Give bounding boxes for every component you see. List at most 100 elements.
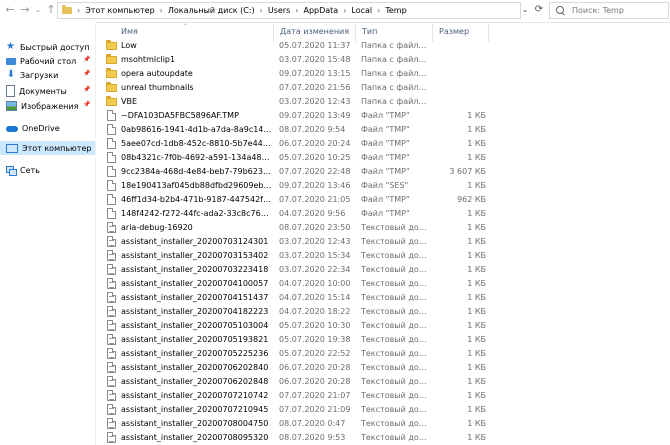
file-row[interactable]: msohtmlclip1 03.07.2020 15:48 Папка с файл… <box>96 53 670 67</box>
search-box[interactable] <box>549 2 669 19</box>
sidebar-item-label: OneDrive <box>22 123 60 133</box>
file-date: 07.07.2020 21:56 <box>279 83 351 92</box>
text-document-icon <box>107 306 116 317</box>
file-type: Папка с файлами <box>361 97 429 106</box>
file-icon <box>107 166 116 177</box>
file-type: Файл "TMP" <box>361 111 410 120</box>
file-date: 09.07.2020 13:49 <box>279 111 351 120</box>
breadcrumb-item[interactable]: Локальный диск (C:) <box>168 6 255 15</box>
file-name: assistant_installer_20200704100057 <box>121 279 269 288</box>
search-input[interactable] <box>572 6 662 15</box>
file-date: 08.07.2020 0:47 <box>279 419 346 428</box>
file-row[interactable]: assistant_installer_20200707210742 07.07.… <box>96 389 670 403</box>
file-row[interactable]: 08b4321c-7f0b-4692-a591-134a48ec2e48... 0… <box>96 151 670 165</box>
pin-icon[interactable]: 📌 <box>83 101 90 108</box>
file-row[interactable]: assistant_installer_20200707210945 07.07.… <box>96 403 670 417</box>
breadcrumb-item[interactable]: Users <box>268 6 290 15</box>
sidebar-item[interactable]: ★ Быстрый доступ <box>0 40 95 54</box>
file-size: 1 КБ <box>467 321 486 330</box>
file-row[interactable]: assistant_installer_20200703223418 03.07.… <box>96 263 670 277</box>
text-document-icon <box>107 222 116 233</box>
file-size: 1 КБ <box>467 181 486 190</box>
file-size: 3 607 КБ <box>449 167 486 176</box>
file-row[interactable]: assistant_installer_20200703153402 03.07.… <box>96 249 670 263</box>
file-row[interactable]: 46ff1d34-b2b4-471b-9187-447542f39881.t..… <box>96 193 670 207</box>
file-size: 1 КБ <box>467 279 486 288</box>
file-row[interactable]: opera autoupdate 09.07.2020 13:15 Папка с … <box>96 67 670 81</box>
sidebar-item[interactable]: ⬇ Загрузки 📌 <box>0 68 95 82</box>
file-date: 09.07.2020 13:15 <box>279 69 351 78</box>
file-row[interactable]: assistant_installer_20200708004750 08.07.… <box>96 417 670 431</box>
file-date: 04.07.2020 15:14 <box>279 293 351 302</box>
file-date: 07.07.2020 21:07 <box>279 391 351 400</box>
file-type: Текстовый доку... <box>361 349 429 358</box>
file-row[interactable]: aria-debug-16920 08.07.2020 23:50 Текстовы… <box>96 221 670 235</box>
address-dropdown-icon[interactable]: ⌄ <box>520 3 530 17</box>
file-type: Текстовый доку... <box>361 223 429 232</box>
file-row[interactable]: 148f4242-f272-44fc-ada2-33c8c76d594d.t..… <box>96 207 670 221</box>
sidebar-item[interactable]: Рабочий стол 📌 <box>0 54 95 68</box>
file-row[interactable]: assistant_installer_20200703124301 03.07.… <box>96 235 670 249</box>
text-document-icon <box>107 390 116 401</box>
pin-icon[interactable]: 📌 <box>83 86 90 93</box>
file-row[interactable]: assistant_installer_20200704151437 04.07.… <box>96 291 670 305</box>
computer-icon <box>6 143 18 153</box>
file-row[interactable]: assistant_installer_20200706202848 06.07.… <box>96 375 670 389</box>
sidebar-item[interactable]: Изображения 📌 <box>0 99 95 113</box>
folder-icon <box>106 82 117 94</box>
file-name: assistant_installer_20200707210945 <box>121 405 269 414</box>
sidebar-item[interactable]: OneDrive <box>0 121 95 135</box>
file-row[interactable]: assistant_installer_20200705193821 05.07.… <box>96 333 670 347</box>
breadcrumb-item[interactable]: Temp <box>385 6 406 15</box>
file-row[interactable]: 5aee07cd-1db8-452c-8810-5b7e44b422b... 06… <box>96 137 670 151</box>
file-row[interactable]: assistant_installer_20200705103004 05.07.… <box>96 319 670 333</box>
file-name: assistant_installer_20200708095320 <box>121 433 269 442</box>
file-date: 03.07.2020 12:43 <box>279 237 351 246</box>
sidebar-item[interactable]: Сеть <box>0 163 95 177</box>
file-date: 05.07.2020 11:37 <box>279 41 351 50</box>
file-name: Low <box>121 41 137 50</box>
file-icon <box>107 208 116 219</box>
file-date: 08.07.2020 9:54 <box>279 125 346 134</box>
breadcrumb-item[interactable]: Local <box>351 6 372 15</box>
file-type: Файл "TMP" <box>361 153 410 162</box>
file-row[interactable]: assistant_installer_20200705225236 05.07.… <box>96 347 670 361</box>
file-row[interactable]: VBE 03.07.2020 12:43 Папка с файлами <box>96 95 670 109</box>
breadcrumb-item[interactable]: AppData <box>303 6 338 15</box>
pin-icon[interactable]: 📌 <box>83 70 90 77</box>
file-row[interactable]: assistant_installer_20200708095320 08.07.… <box>96 431 670 445</box>
file-type: Текстовый доку... <box>361 405 429 414</box>
text-document-icon <box>107 264 116 275</box>
file-row[interactable]: 9cc2384a-468d-4e84-beb7-79b62360ca95... 0… <box>96 165 670 179</box>
file-type: Текстовый доку... <box>361 251 429 260</box>
back-arrow-icon[interactable]: ← <box>3 3 17 17</box>
forward-arrow-icon[interactable]: → <box>18 3 32 17</box>
file-row[interactable]: 18e190413af045db88dfbd29609eb877.db... 09… <box>96 179 670 193</box>
address-bar[interactable]: › Этот компьютер › Локальный диск (C:) › Use… <box>57 2 521 19</box>
file-date: 05.07.2020 19:38 <box>279 335 351 344</box>
pin-icon[interactable]: 📌 <box>83 56 90 63</box>
file-row[interactable]: assistant_installer_20200704100057 04.07.… <box>96 277 670 291</box>
sidebar-item[interactable]: Документы 📌 <box>0 84 95 98</box>
file-name: assistant_installer_20200703223418 <box>121 265 269 274</box>
refresh-icon[interactable]: ⟳ <box>533 3 545 17</box>
file-row[interactable]: Low 05.07.2020 11:37 Папка с файлами <box>96 39 670 53</box>
breadcrumb-item[interactable]: Этот компьютер <box>85 6 154 15</box>
sidebar-item-label: Рабочий стол <box>20 56 77 66</box>
file-size: 1 КБ <box>467 363 486 372</box>
sidebar-item[interactable]: Этот компьютер <box>0 141 95 155</box>
recent-locations-chevron-icon[interactable]: ⌄ <box>31 3 45 17</box>
file-row[interactable]: assistant_installer_20200706202840 06.07.… <box>96 361 670 375</box>
folder-icon <box>106 96 117 108</box>
file-name: 148f4242-f272-44fc-ada2-33c8c76d594d.t..… <box>121 209 273 218</box>
file-name: assistant_installer_20200708004750 <box>121 419 269 428</box>
file-row[interactable]: unreal thumbnails 07.07.2020 21:56 Папка с… <box>96 81 670 95</box>
file-size: 1 КБ <box>467 237 486 246</box>
file-date: 08.07.2020 9:53 <box>279 433 346 442</box>
file-row[interactable]: assistant_installer_20200704182223 04.07.… <box>96 305 670 319</box>
file-row[interactable]: 0ab98616-1941-4d1b-a7da-8a9c148871fb... 0… <box>96 123 670 137</box>
search-icon <box>556 5 566 16</box>
up-arrow-icon[interactable]: ↑ <box>44 3 58 17</box>
file-row[interactable]: ~DFA103DA5FBC5896AF.TMP 09.07.2020 13:49 Ф… <box>96 109 670 123</box>
file-date: 09.07.2020 13:46 <box>279 181 351 190</box>
